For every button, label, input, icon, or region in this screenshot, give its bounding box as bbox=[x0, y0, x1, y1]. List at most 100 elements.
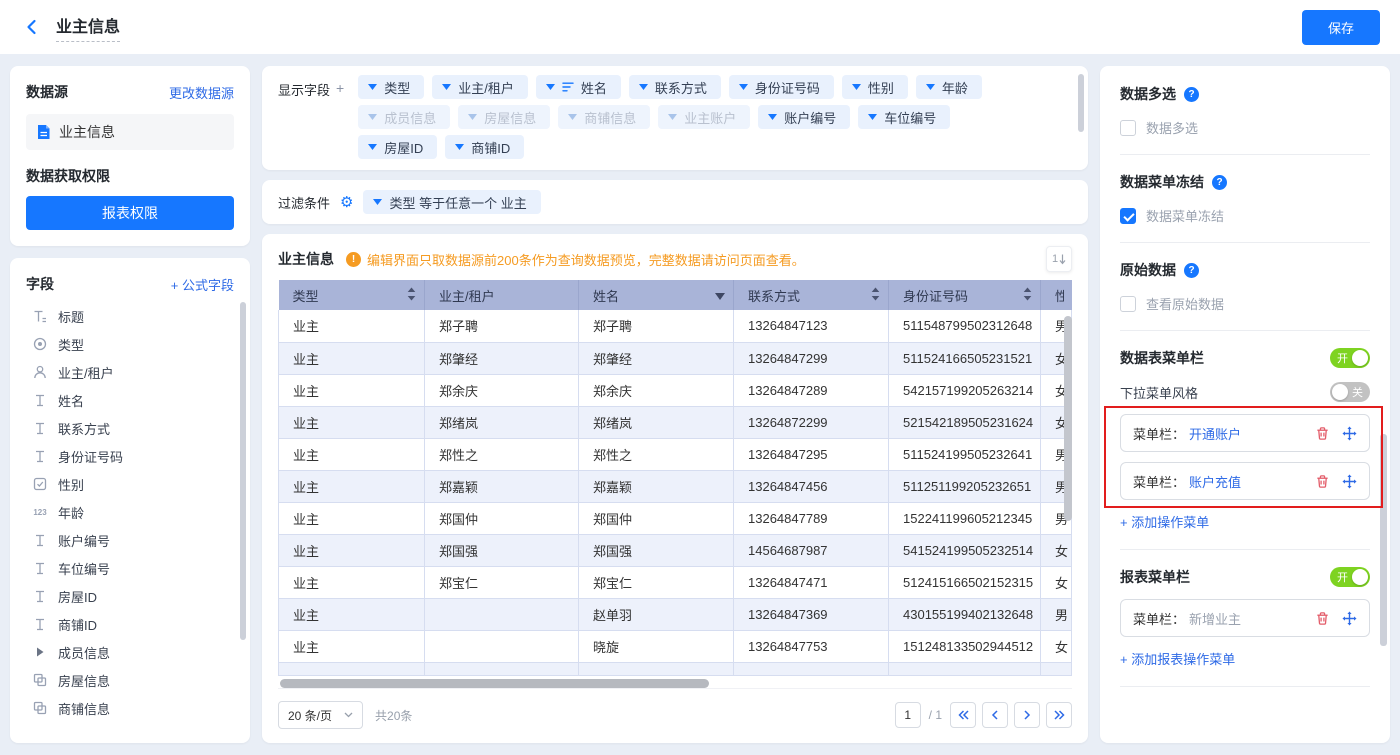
report-permission-button[interactable]: 报表权限 bbox=[26, 196, 234, 230]
table-cell: 13264847456 bbox=[734, 470, 889, 502]
table-row[interactable]: 业主郑宝仁郑宝仁13264847471512415166502152315女 bbox=[279, 566, 1072, 598]
field-item[interactable]: 成员信息 bbox=[26, 638, 234, 666]
column-header[interactable]: 性别 bbox=[1041, 280, 1072, 310]
table-row[interactable]: 业主郑绪岚郑绪岚13264872299521542189505231624女 bbox=[279, 406, 1072, 438]
page-size-select[interactable]: 20 条/页 bbox=[278, 701, 363, 729]
display-field-chip[interactable]: 姓名 bbox=[536, 75, 621, 99]
table-row[interactable]: 业主郑国仲郑国仲13264847789152241199605212345男 bbox=[279, 502, 1072, 534]
add-action-menu-link[interactable]: + 添加操作菜单 bbox=[1120, 512, 1209, 531]
display-field-chip[interactable]: 账户编号 bbox=[758, 105, 850, 129]
field-item[interactable]: 联系方式 bbox=[26, 414, 234, 442]
fields-scrollbar[interactable] bbox=[240, 302, 246, 640]
move-icon[interactable] bbox=[1342, 474, 1357, 489]
filter-condition-chip[interactable]: 类型 等于任意一个 业主 bbox=[363, 190, 540, 214]
display-field-chip[interactable]: 房屋信息 bbox=[458, 105, 550, 129]
menu-item-value: 开通账户 bbox=[1189, 424, 1241, 443]
table-row[interactable]: 业主郑国强郑国强14564687987541524199505232514女 bbox=[279, 534, 1072, 566]
field-item[interactable]: 商铺ID bbox=[26, 610, 234, 638]
multi-select-checkbox-row[interactable]: 数据多选 bbox=[1120, 118, 1370, 137]
datasource-item[interactable]: 业主信息 bbox=[26, 114, 234, 150]
prev-page-button[interactable] bbox=[982, 702, 1008, 728]
table-row[interactable]: 业主晓旋13264847753151248133502944512女 bbox=[279, 630, 1072, 662]
field-item[interactable]: 123年龄 bbox=[26, 498, 234, 526]
gear-icon[interactable]: ⚙ bbox=[340, 195, 353, 210]
column-header[interactable]: 姓名 bbox=[579, 280, 734, 310]
table-cell: 13264872299 bbox=[734, 406, 889, 438]
first-page-button[interactable] bbox=[950, 702, 976, 728]
display-field-chip[interactable]: 身份证号码 bbox=[729, 75, 834, 99]
trash-icon[interactable] bbox=[1315, 426, 1330, 441]
dropdown-style-toggle[interactable]: 关 bbox=[1330, 382, 1370, 402]
display-field-chip[interactable]: 商铺ID bbox=[445, 135, 524, 159]
raw-data-checkbox[interactable] bbox=[1120, 296, 1136, 312]
trash-icon[interactable] bbox=[1315, 611, 1330, 626]
field-item-label: 姓名 bbox=[58, 391, 84, 410]
display-field-chip[interactable]: 类型 bbox=[358, 75, 424, 99]
report-menu-items: 菜单栏：新增业主 bbox=[1120, 599, 1370, 637]
display-field-chip[interactable]: 性别 bbox=[842, 75, 908, 99]
table-row[interactable]: 业主赵单羽13264847369430155199402132648男 bbox=[279, 598, 1072, 630]
menu-item[interactable]: 菜单栏：开通账户 bbox=[1120, 414, 1370, 452]
field-item[interactable]: 姓名 bbox=[26, 386, 234, 414]
display-field-chip[interactable]: 业主账户 bbox=[658, 105, 750, 129]
column-header[interactable]: 联系方式 bbox=[734, 280, 889, 310]
field-item-label: 年龄 bbox=[58, 503, 84, 522]
table-menu-toggle[interactable]: 开 bbox=[1330, 348, 1370, 368]
table-row-partial bbox=[279, 662, 1072, 675]
back-button[interactable] bbox=[20, 15, 44, 39]
display-field-chip[interactable]: 商铺信息 bbox=[558, 105, 650, 129]
report-menu-toggle[interactable]: 开 bbox=[1330, 567, 1370, 587]
help-icon[interactable]: ? bbox=[1184, 263, 1199, 278]
table-row[interactable]: 业主郑子聘郑子聘13264847123511548799502312648男 bbox=[279, 310, 1072, 342]
table-row[interactable]: 业主郑肇经郑肇经13264847299511524166505231521女 bbox=[279, 342, 1072, 374]
field-item[interactable]: 业主/租户 bbox=[26, 358, 234, 386]
formula-field-link[interactable]: + 公式字段 bbox=[171, 275, 234, 294]
display-fields-scrollbar[interactable] bbox=[1078, 74, 1084, 132]
column-header[interactable]: 身份证号码 bbox=[889, 280, 1041, 310]
menu-item[interactable]: 菜单栏：新增业主 bbox=[1120, 599, 1370, 637]
display-field-chip[interactable]: 房屋ID bbox=[358, 135, 437, 159]
display-field-chip[interactable]: 年龄 bbox=[916, 75, 982, 99]
raw-data-checkbox-row[interactable]: 查看原始数据 bbox=[1120, 294, 1370, 313]
field-item[interactable]: 标题 bbox=[26, 302, 234, 330]
menu-item[interactable]: 菜单栏：账户充值 bbox=[1120, 462, 1370, 500]
save-button[interactable]: 保存 bbox=[1302, 10, 1380, 45]
next-page-button[interactable] bbox=[1014, 702, 1040, 728]
field-item[interactable]: 房屋ID bbox=[26, 582, 234, 610]
table-cell: 郑肇经 bbox=[579, 342, 734, 374]
table-row[interactable]: 业主郑性之郑性之13264847295511524199505232641男 bbox=[279, 438, 1072, 470]
move-icon[interactable] bbox=[1342, 611, 1357, 626]
field-item[interactable]: 账户编号 bbox=[26, 526, 234, 554]
display-field-chip[interactable]: 成员信息 bbox=[358, 105, 450, 129]
column-header[interactable]: 业主/租户 bbox=[425, 280, 579, 310]
table-row[interactable]: 业主郑余庆郑余庆13264847289542157199205263214女 bbox=[279, 374, 1072, 406]
table-row[interactable]: 业主郑嘉颖郑嘉颖13264847456511251199205232651男 bbox=[279, 470, 1072, 502]
sort-order-button[interactable]: 1 bbox=[1046, 246, 1072, 272]
help-icon[interactable]: ? bbox=[1184, 87, 1199, 102]
page-number-input[interactable]: 1 bbox=[895, 702, 921, 728]
multi-select-checkbox[interactable] bbox=[1120, 120, 1136, 136]
display-field-chip[interactable]: 业主/租户 bbox=[432, 75, 528, 99]
table-horizontal-scrollbar[interactable] bbox=[280, 679, 709, 688]
column-header[interactable]: 类型 bbox=[279, 280, 425, 310]
trash-icon[interactable] bbox=[1315, 474, 1330, 489]
display-field-chip[interactable]: 车位编号 bbox=[858, 105, 950, 129]
add-display-field-button[interactable]: + bbox=[336, 80, 344, 159]
field-item[interactable]: 商铺信息 bbox=[26, 694, 234, 722]
settings-scrollbar[interactable] bbox=[1380, 434, 1387, 646]
move-icon[interactable] bbox=[1342, 426, 1357, 441]
menu-freeze-checkbox[interactable] bbox=[1120, 208, 1136, 224]
change-datasource-link[interactable]: 更改数据源 bbox=[169, 83, 234, 102]
field-item[interactable]: 身份证号码 bbox=[26, 442, 234, 470]
help-icon[interactable]: ? bbox=[1212, 175, 1227, 190]
add-report-menu-link[interactable]: + 添加报表操作菜单 bbox=[1120, 649, 1235, 668]
field-item[interactable]: 房屋信息 bbox=[26, 666, 234, 694]
table-vertical-scrollbar[interactable] bbox=[1064, 316, 1072, 521]
menu-freeze-checkbox-row[interactable]: 数据菜单冻结 bbox=[1120, 206, 1370, 225]
field-item[interactable]: 性别 bbox=[26, 470, 234, 498]
field-item[interactable]: 类型 bbox=[26, 330, 234, 358]
display-field-chip[interactable]: 联系方式 bbox=[629, 75, 721, 99]
last-page-button[interactable] bbox=[1046, 702, 1072, 728]
field-item[interactable]: 车位编号 bbox=[26, 554, 234, 582]
table-cell: 女 bbox=[1041, 630, 1072, 662]
